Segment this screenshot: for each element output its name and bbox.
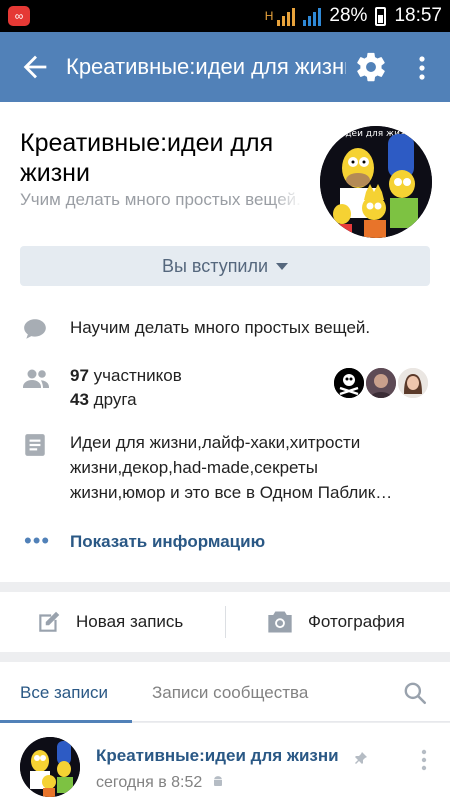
group-header-card: Креативные:идеи для жизни Учим делать мн… — [0, 102, 450, 582]
pin-icon — [354, 751, 368, 765]
description-row: Научим делать много простых вещей. — [0, 314, 450, 344]
signal-icon-2 — [303, 6, 322, 26]
app-bar: Креативные:идеи для жизни — [0, 32, 450, 102]
post-author-avatar[interactable] — [20, 737, 80, 797]
android-icon — [213, 776, 222, 786]
clock: 18:57 — [394, 5, 442, 26]
members-text: 97 участников 43 друга — [70, 364, 182, 412]
battery-percent: 28% — [329, 5, 368, 26]
member-avatar — [396, 366, 430, 400]
camera-icon — [268, 611, 292, 633]
about-row: Идеи для жизни,лайф-хаки,хитрости жизни,… — [0, 430, 450, 510]
post-time-text: сегодня в 8:52 — [96, 774, 203, 791]
joined-button-label: Вы вступили — [161, 255, 269, 276]
show-info-link[interactable]: Показать информацию — [70, 532, 265, 552]
members-row[interactable]: 97 участников 43 друга — [0, 364, 450, 414]
chevron-down-icon — [276, 262, 289, 270]
members-count: 97 — [70, 366, 89, 385]
members-label: участников — [93, 366, 182, 385]
friends-label: друга — [93, 390, 137, 409]
comment-icon — [22, 316, 48, 342]
tab-community-posts[interactable]: Записи сообщества — [152, 662, 308, 722]
tab-all-posts[interactable]: Все записи — [20, 662, 108, 722]
post-time: сегодня в 8:52 — [96, 774, 225, 792]
group-about: Идеи для жизни,лайф-хаки,хитрости жизни,… — [70, 433, 393, 502]
app-bar-title: Креативные:идеи для жизни — [66, 54, 346, 79]
search-icon[interactable] — [402, 680, 428, 706]
group-avatar[interactable]: идеи для жизни — [320, 126, 432, 238]
actions-card: Новая запись Фотография — [0, 592, 450, 652]
friends-count: 43 — [70, 390, 89, 409]
new-post-button[interactable]: Новая запись — [36, 592, 183, 652]
member-avatar — [332, 366, 366, 400]
wall-post: Креативные:идеи для жизни сегодня в 8:52 — [0, 723, 450, 800]
edit-icon — [39, 611, 60, 632]
arrow-left-icon[interactable] — [18, 50, 52, 84]
gear-icon[interactable] — [354, 50, 388, 84]
wall-tabs: Все записи Записи сообщества — [0, 662, 450, 723]
more-horiz-icon: ••• — [24, 528, 51, 553]
post-more-icon[interactable] — [414, 747, 434, 773]
new-post-label: Новая запись — [76, 612, 184, 631]
document-icon — [22, 432, 48, 458]
notification-app-icon: ∞ — [8, 6, 30, 26]
people-icon — [22, 366, 50, 392]
signal-icon-1 — [277, 6, 296, 26]
post-author-name[interactable]: Креативные:идеи для жизни — [96, 746, 339, 766]
more-vert-icon[interactable] — [410, 54, 434, 82]
network-type: H — [264, 9, 274, 23]
divider — [225, 606, 226, 638]
group-status: Учим делать много простых вещей. — [20, 190, 302, 210]
photo-button[interactable]: Фотография — [266, 592, 405, 652]
group-description: Научим делать много простых вещей. — [70, 318, 371, 337]
member-avatar — [364, 366, 398, 400]
joined-button[interactable]: Вы вступили — [20, 246, 430, 286]
group-name: Креативные:идеи для жизни — [20, 129, 274, 187]
photo-label: Фотография — [308, 612, 405, 631]
battery-icon — [375, 6, 387, 26]
status-bar: ∞ H 28% 18:57 — [0, 0, 450, 32]
